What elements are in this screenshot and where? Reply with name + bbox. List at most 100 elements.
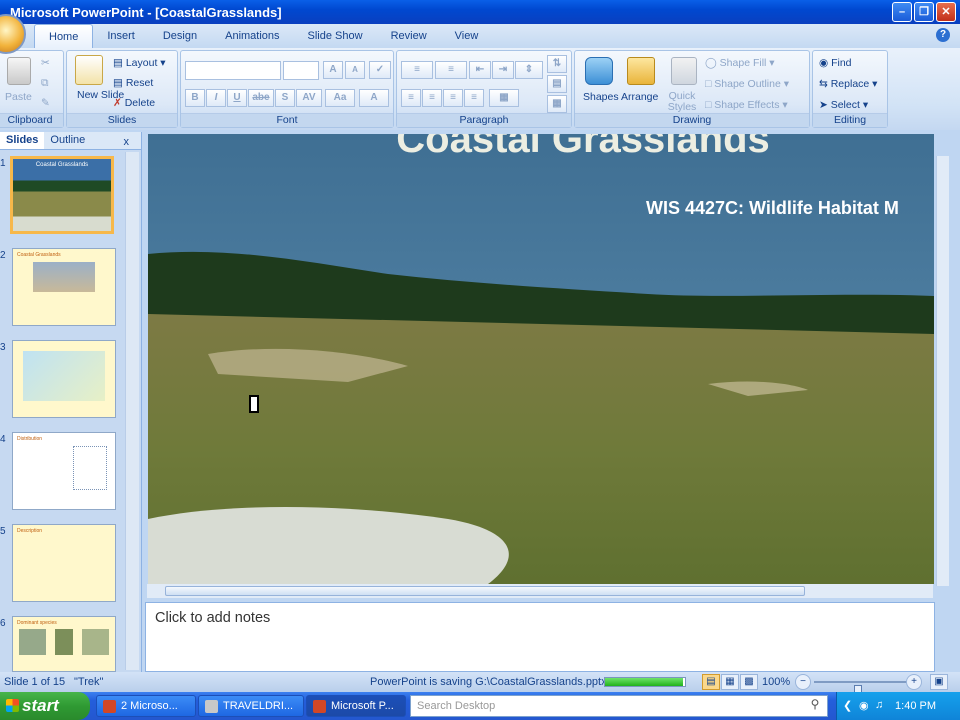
cut-icon[interactable]: ✂ [41, 57, 50, 69]
find-label: Find [831, 57, 852, 69]
shape-fill-button[interactable]: ◯ Shape Fill ▾ [705, 57, 775, 69]
slide-thumbnail[interactable]: Distribution [12, 432, 116, 510]
shadow-button[interactable]: S [275, 89, 295, 107]
shape-effects-button[interactable]: □ Shape Effects ▾ [705, 99, 788, 111]
change-case-button[interactable]: Aa [325, 89, 355, 107]
tab-design[interactable]: Design [149, 24, 211, 48]
slide-horizontal-scrollbar[interactable] [147, 584, 933, 598]
grow-font-button[interactable]: A [323, 61, 343, 79]
help-icon[interactable]: ? [936, 28, 950, 42]
align-center-icon[interactable]: ≡ [422, 89, 442, 107]
volume-icon[interactable]: ♫ [875, 699, 883, 711]
paste-button[interactable]: Paste [5, 91, 32, 103]
justify-icon[interactable]: ≡ [464, 89, 484, 107]
tab-home[interactable]: Home [34, 24, 94, 48]
save-progress-bar [604, 677, 686, 687]
character-spacing-button[interactable]: AV [296, 89, 322, 107]
columns-icon[interactable]: ▦ [489, 89, 519, 107]
bullets-icon[interactable]: ≡ [401, 61, 433, 79]
new-slide-icon [75, 55, 103, 85]
delete-label: Delete [124, 97, 156, 109]
normal-view-icon[interactable]: ▤ [702, 674, 720, 690]
tab-outline[interactable]: Outline [44, 132, 91, 149]
delete-button[interactable]: ✗ Delete [113, 97, 155, 109]
slide-thumbnail[interactable] [12, 340, 116, 418]
arrange-button[interactable]: Arrange [621, 91, 658, 103]
minimize-icon[interactable]: – [892, 2, 912, 22]
slide-thumbnail[interactable]: Dominant species [12, 616, 116, 672]
tab-view[interactable]: View [441, 24, 493, 48]
taskbar: start 2 Microso... TRAVELDRI... Microsof… [0, 692, 960, 720]
clock: 1:40 PM [895, 700, 936, 712]
taskbar-item-powerpoint-group[interactable]: 2 Microso... [96, 695, 196, 717]
text-direction-icon[interactable]: ⇅ [547, 55, 567, 73]
tab-animations[interactable]: Animations [211, 24, 293, 48]
select-button[interactable]: ➤ Select ▾ [819, 99, 868, 111]
underline-button[interactable]: U [227, 89, 247, 107]
network-icon[interactable]: ◉ [859, 699, 869, 712]
format-painter-icon[interactable]: ✎ [41, 97, 50, 109]
align-right-icon[interactable]: ≡ [443, 89, 463, 107]
layout-label: Layout [125, 57, 158, 69]
tab-slide-show[interactable]: Slide Show [294, 24, 377, 48]
copy-icon[interactable]: ⧉ [41, 77, 49, 90]
shapes-button[interactable]: Shapes [583, 91, 619, 103]
bold-button[interactable]: B [185, 89, 205, 107]
slide-thumbnail[interactable]: Coastal Grasslands [12, 248, 116, 326]
slide-vertical-scrollbar[interactable] [936, 156, 949, 586]
find-button[interactable]: ◉ Find [819, 57, 852, 69]
zoom-out-icon[interactable]: − [795, 674, 811, 690]
slide-subtitle: WIS 4427C: Wildlife Habitat M [646, 198, 899, 218]
font-size-combo[interactable] [283, 61, 319, 80]
slide-photo: Coastal Grasslands WIS 4427C: Wildlife H… [148, 134, 934, 584]
italic-button[interactable]: I [206, 89, 226, 107]
quick-styles-button[interactable]: Quick Styles [665, 91, 699, 113]
thumb-title: Distribution [17, 436, 43, 442]
tab-review[interactable]: Review [377, 24, 441, 48]
notes-pane[interactable]: Click to add notes [145, 602, 935, 672]
restore-icon[interactable]: ❐ [914, 2, 934, 22]
zoom-slider[interactable] [814, 681, 908, 697]
zoom-in-icon[interactable]: + [906, 674, 922, 690]
font-name-combo[interactable] [185, 61, 281, 80]
scrollbar-thumb[interactable] [165, 586, 805, 596]
reset-label: Reset [125, 77, 154, 89]
close-icon[interactable]: ✕ [936, 2, 956, 22]
smartart-icon[interactable]: ▦ [547, 95, 567, 113]
line-spacing-icon[interactable]: ⇕ [515, 61, 543, 79]
numbering-icon[interactable]: ≡ [435, 61, 467, 79]
shrink-font-button[interactable]: A [345, 61, 365, 79]
slide-thumbnail[interactable]: Description [12, 524, 116, 602]
strikethrough-button[interactable]: abe [248, 89, 274, 107]
font-color-button[interactable]: A [359, 89, 389, 107]
slide-sorter-icon[interactable]: ▦ [721, 674, 739, 690]
reset-button[interactable]: ▤ Reset [113, 77, 153, 89]
clear-formatting-icon[interactable]: ✓ [369, 61, 391, 79]
hourglass-cursor-icon [249, 395, 259, 413]
align-text-icon[interactable]: ▤ [547, 75, 567, 93]
desktop-search-input[interactable]: Search Desktop ⚲ [410, 695, 828, 717]
shape-outline-button[interactable]: □ Shape Outline ▾ [705, 78, 789, 90]
thumbnail-scrollbar[interactable] [125, 152, 139, 670]
paste-icon [7, 57, 31, 85]
decrease-indent-icon[interactable]: ⇤ [469, 61, 491, 79]
thumb-map-image [23, 351, 105, 401]
slide-thumbnail[interactable]: Coastal Grasslands [10, 156, 114, 234]
slide-canvas[interactable]: Coastal Grasslands WIS 4427C: Wildlife H… [148, 134, 934, 584]
align-left-icon[interactable]: ≡ [401, 89, 421, 107]
layout-button[interactable]: ▤ Layout ▾ [113, 57, 166, 69]
search-icon[interactable]: ⚲ [805, 697, 825, 715]
close-pane-icon[interactable]: x [118, 134, 136, 150]
back-arrow-icon[interactable]: ❮ [843, 699, 852, 712]
tab-slides[interactable]: Slides [0, 132, 45, 149]
replace-button[interactable]: ⇆ Replace ▾ [819, 78, 877, 90]
taskbar-item-powerpoint[interactable]: Microsoft P... [306, 695, 406, 717]
tab-insert[interactable]: Insert [93, 24, 149, 48]
start-button[interactable]: start [0, 692, 90, 720]
taskbar-item-drive[interactable]: TRAVELDRI... [198, 695, 304, 717]
fit-to-window-icon[interactable]: ▣ [930, 674, 948, 690]
slide-show-icon[interactable]: ▩ [740, 674, 758, 690]
powerpoint-window: Microsoft PowerPoint - [CoastalGrassland… [0, 0, 960, 720]
shape-outline-icon: □ [705, 78, 715, 90]
increase-indent-icon[interactable]: ⇥ [492, 61, 514, 79]
